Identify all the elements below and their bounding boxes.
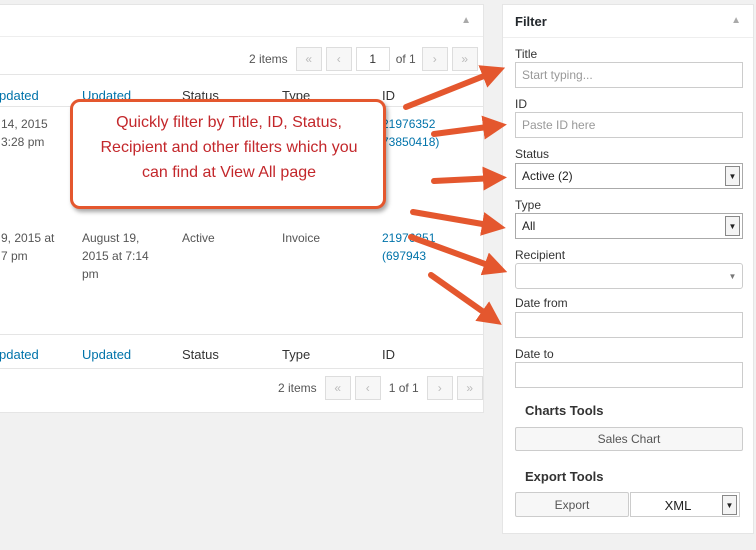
annotation-arrows — [403, 65, 508, 325]
arrow-to-recipient — [408, 234, 508, 276]
arrow-to-title — [403, 65, 506, 110]
arrow-to-status — [431, 166, 507, 191]
arrow-to-type — [410, 209, 506, 236]
arrow-to-id — [431, 115, 507, 140]
arrow-to-date — [428, 272, 502, 325]
